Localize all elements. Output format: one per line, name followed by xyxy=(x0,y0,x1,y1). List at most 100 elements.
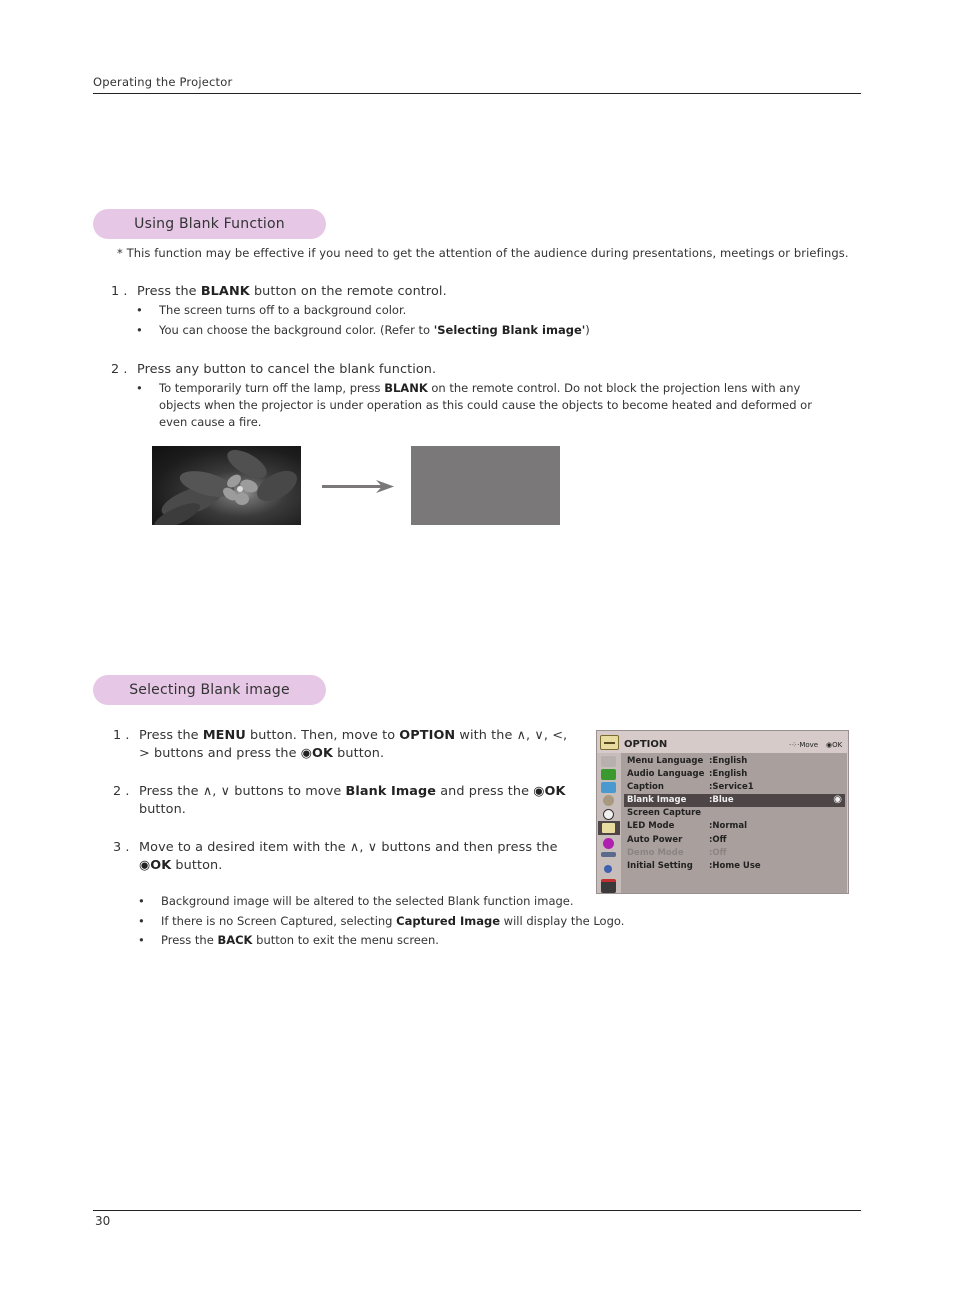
header-rule xyxy=(93,93,861,94)
flower-photo xyxy=(152,446,301,525)
page-number: 30 xyxy=(95,1214,111,1228)
bullet-text: To temporarily turn off the lamp, press xyxy=(159,381,385,395)
step-number: 1 . xyxy=(113,728,130,743)
step-bold: BLANK xyxy=(200,284,250,299)
menu-row-value: :Off xyxy=(709,835,727,845)
menu-row-led-mode[interactable]: LED Mode :Normal xyxy=(624,820,845,833)
menu-row-screen-capture[interactable]: Screen Capture xyxy=(624,807,845,820)
step-text: button on the remote control. xyxy=(249,284,447,299)
ok-button-label: ◉OK xyxy=(300,746,333,761)
step-text: button. xyxy=(171,858,223,873)
step-text: button. xyxy=(333,746,385,761)
bullet-text: You can choose the background color. (Re… xyxy=(159,323,434,337)
menu-row-label: Screen Capture xyxy=(627,808,702,818)
menu-row-blank-image[interactable]: Blank Image :Blue ◉ xyxy=(624,794,845,807)
menu-row-audio-language[interactable]: Audio Language :English xyxy=(624,768,845,781)
step-text: Press the ∧, ∨ buttons to move xyxy=(139,784,346,799)
menu-button-label: MENU xyxy=(202,728,246,743)
ok-radio-icon: ◉ xyxy=(833,794,842,805)
bullet-text: Background image will be altered to the … xyxy=(161,894,574,908)
step-number: 3 . xyxy=(113,840,130,855)
menu-row-label: Blank Image xyxy=(627,795,687,805)
option-label: OPTION xyxy=(399,728,456,743)
usb-icon xyxy=(604,865,612,873)
menu-row-value: :English xyxy=(709,756,748,766)
menu-row-label: Caption xyxy=(627,782,664,792)
menu-row-label: Demo Mode xyxy=(627,848,684,858)
option-active-icon xyxy=(598,821,620,835)
menu-row-value: :Home Use xyxy=(709,861,761,871)
step-text: button. Then, move to xyxy=(245,728,400,743)
bullet-item: • If there is no Screen Captured, selecti… xyxy=(138,914,625,928)
menu-row-label: LED Mode xyxy=(627,821,675,831)
blank-gray-screen xyxy=(411,446,560,525)
section-heading-selecting-blank: Selecting Blank image xyxy=(93,675,326,705)
gear-icon xyxy=(603,795,614,806)
step-text: and press the xyxy=(436,784,534,799)
media-icon xyxy=(601,879,616,893)
menu-row-value: :Service1 xyxy=(709,782,754,792)
clock-icon xyxy=(603,809,614,820)
bullet-text: If there is no Screen Captured, selectin… xyxy=(161,914,397,928)
running-header: Operating the Projector xyxy=(93,75,233,89)
section-heading-using-blank: Using Blank Function xyxy=(93,209,326,239)
ok-button-label: ◉OK xyxy=(139,858,172,873)
bullet-text: ) xyxy=(585,323,590,337)
menu-row-label: Menu Language xyxy=(627,756,704,766)
bullet-text: The screen turns off to a background col… xyxy=(159,303,407,317)
bullet-item: • You can choose the background color. (R… xyxy=(136,323,590,337)
menu-row-label: Initial Setting xyxy=(627,861,693,871)
menu-row-value: :Off xyxy=(709,848,727,858)
step-text: Press the xyxy=(137,284,201,299)
menu-row-demo-mode: Demo Mode :Off xyxy=(624,847,845,860)
bullet-bold: BLANK xyxy=(384,381,428,395)
menu-row-auto-power[interactable]: Auto Power:Off xyxy=(624,834,845,847)
menu-row-value: :Normal xyxy=(709,821,748,831)
step-2: 2 . Press the ∧, ∨ buttons to move Blank … xyxy=(113,783,593,819)
bullet-bold: Captured Image xyxy=(396,914,501,928)
footer-rule xyxy=(93,1210,861,1211)
move-arrows-icon: ·⁘· xyxy=(789,741,800,749)
step-number: 2 . xyxy=(111,362,128,377)
bullet-item: • Background image will be altered to the… xyxy=(138,894,574,908)
step-text: Move to a desired item with the ∧, ∨ but… xyxy=(139,840,558,855)
menu-row-initial-setting[interactable]: Initial Setting :Home Use xyxy=(624,860,845,873)
step-text: Press the xyxy=(139,728,203,743)
section-heading-text: Selecting Blank image xyxy=(129,682,290,698)
step-1: 1 . Press the BLANK button on the remote … xyxy=(111,284,447,299)
step-1: 1 . Press the MENU button. Then, move to … xyxy=(113,727,593,763)
step-text: Press any button to cancel the blank fun… xyxy=(137,362,437,377)
menu-row-menu-language[interactable]: Menu Language :English xyxy=(624,755,845,768)
menu-body: Menu Language :English Audio Language :Eng… xyxy=(621,753,847,893)
move-hint: ·⁘·Move xyxy=(789,741,818,749)
bullet-text: will display the Logo. xyxy=(500,914,625,928)
intro-note: * This function may be effective if you … xyxy=(117,246,849,260)
step-number: 1 . xyxy=(111,284,128,299)
menu-row-value: :Blue xyxy=(709,795,734,805)
option-icon xyxy=(600,735,619,750)
menu-row-value: :English xyxy=(709,769,748,779)
bullet-item: • To temporarily turn off the lamp, press… xyxy=(136,381,812,429)
screen-icon xyxy=(601,769,616,780)
bullet-text: Press the xyxy=(161,933,218,947)
move-hint-text: Move xyxy=(799,741,819,749)
ok-hint: ◉OK xyxy=(826,741,843,749)
section-heading-text: Using Blank Function xyxy=(134,216,285,232)
picture-icon xyxy=(601,756,616,767)
bullet-text: button to exit the menu screen. xyxy=(252,933,439,947)
step-2: 2 . Press any button to cancel the blank … xyxy=(111,362,436,377)
menu-row-caption[interactable]: Caption :Service1 xyxy=(624,781,845,794)
menu-row-label: Audio Language xyxy=(627,769,705,779)
osd-option-menu: OPTION ·⁘·Move ◉OK Menu Language :English… xyxy=(596,730,849,894)
info-icon xyxy=(603,838,614,849)
blank-image-label: Blank Image xyxy=(345,784,437,799)
cross-reference: 'Selecting Blank image' xyxy=(433,323,586,337)
step-text: with the ∧, ∨, <, xyxy=(455,728,568,743)
menu-sidebar xyxy=(597,753,621,893)
bullet-item: • Press the BACK button to exit the menu … xyxy=(138,933,439,947)
menu-title: OPTION xyxy=(624,739,668,750)
step-3: 3 . Move to a desired item with the ∧, ∨ … xyxy=(113,839,593,875)
right-arrow-icon xyxy=(322,479,394,498)
bullet-bold: BACK xyxy=(217,933,253,947)
step-text: button. xyxy=(139,802,186,817)
